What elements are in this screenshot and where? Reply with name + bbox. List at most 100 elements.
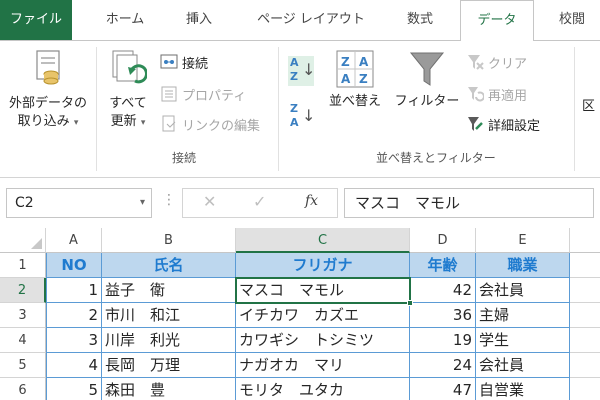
- connections-button[interactable]: 接続: [160, 51, 208, 73]
- enter-icon[interactable]: ✓: [253, 192, 266, 211]
- sort-descending-button[interactable]: Z A ↓: [288, 97, 318, 137]
- advanced-filter-button[interactable]: 詳細設定: [466, 113, 540, 135]
- tab-insert[interactable]: 挿入: [172, 0, 226, 40]
- select-all-button[interactable]: [0, 228, 46, 253]
- header-cell-furigana[interactable]: フリガナ: [236, 253, 410, 278]
- table-cell[interactable]: 市川 和江: [102, 303, 236, 328]
- column-header-c[interactable]: C: [236, 228, 410, 253]
- sort-label: 並べ替え: [328, 94, 381, 109]
- table-cell[interactable]: 5: [46, 378, 102, 400]
- clear-label: クリア: [488, 56, 528, 72]
- table-cell[interactable]: 学生: [476, 328, 570, 353]
- table-cell[interactable]: モリタ ユタカ: [236, 378, 410, 400]
- table-cell[interactable]: イチカワ カズエ: [236, 303, 410, 328]
- tab-page-layout[interactable]: ページ レイアウト: [242, 0, 380, 40]
- column-header-d[interactable]: D: [410, 228, 476, 253]
- header-cell-name[interactable]: 氏名: [102, 253, 236, 278]
- row-header-1[interactable]: 1: [0, 253, 46, 278]
- reapply-button[interactable]: 再適用: [466, 83, 527, 105]
- edit-links-button[interactable]: リンクの編集: [160, 113, 260, 135]
- table-cell[interactable]: 自営業: [476, 378, 570, 400]
- table-cell[interactable]: マスコ マモル: [236, 278, 410, 303]
- row-header-2[interactable]: 2: [0, 278, 46, 303]
- column-header-e[interactable]: E: [476, 228, 570, 253]
- svg-text:A: A: [341, 72, 351, 86]
- tab-review[interactable]: 校閲: [546, 0, 598, 40]
- connection-icon: [160, 53, 178, 71]
- table-cell[interactable]: 森田 豊: [102, 378, 236, 400]
- properties-label: プロパティ: [182, 88, 247, 104]
- ribbon-tab-bar: ファイル ホーム 挿入 ページ レイアウト 数式 データ 校閲: [0, 0, 600, 41]
- row-header-6[interactable]: 6: [0, 378, 46, 400]
- table-cell[interactable]: カワギシ トシミツ: [236, 328, 410, 353]
- formula-input[interactable]: マスコ マモル: [344, 188, 594, 218]
- table-cell[interactable]: 24: [410, 353, 476, 378]
- table-cell[interactable]: 会社員: [476, 353, 570, 378]
- refresh-all-button[interactable]: すべて 更新 ▾: [100, 47, 156, 132]
- row-header-4[interactable]: 4: [0, 328, 46, 353]
- row-header-3[interactable]: 3: [0, 303, 46, 328]
- svg-text:A: A: [359, 55, 369, 69]
- connections-group-label: 接続: [172, 151, 197, 165]
- refresh-all-label-2: 更新 ▾: [110, 114, 146, 129]
- table-cell[interactable]: 2: [46, 303, 102, 328]
- cancel-icon[interactable]: ✕: [203, 192, 216, 211]
- table-cell[interactable]: ナガオカ マリ: [236, 353, 410, 378]
- sort-ascending-button[interactable]: A Z ↓: [288, 51, 318, 91]
- table-cell[interactable]: 36: [410, 303, 476, 328]
- table-cell[interactable]: 19: [410, 328, 476, 353]
- cut-off-ribbon-label[interactable]: 区: [582, 95, 595, 114]
- ribbon-separator: [96, 47, 97, 171]
- tab-file[interactable]: ファイル: [0, 0, 72, 40]
- table-cell[interactable]: [570, 353, 600, 378]
- properties-button[interactable]: プロパティ: [160, 83, 246, 105]
- table-cell[interactable]: 長岡 万理: [102, 353, 236, 378]
- ribbon-separator: [278, 47, 279, 171]
- table-cell[interactable]: 4: [46, 353, 102, 378]
- table-cell[interactable]: 1: [46, 278, 102, 303]
- connections-label: 接続: [182, 56, 209, 72]
- worksheet-grid: A B C D E 1 2 3 4 5 6 NO 氏名 フリガナ 年齢 職業 1…: [0, 228, 600, 400]
- table-cell[interactable]: [570, 303, 600, 328]
- sort-az-icon: A Z ↓: [288, 56, 315, 86]
- table-cell[interactable]: [570, 378, 600, 400]
- reapply-icon: [466, 85, 485, 103]
- table-cell[interactable]: [570, 253, 600, 278]
- svg-text:Z: Z: [359, 72, 368, 86]
- reapply-label: 再適用: [488, 88, 528, 104]
- formula-bar: C2 ▾ ⋮ ✕ ✓ fx マスコ マモル: [0, 178, 600, 228]
- table-cell[interactable]: [570, 328, 600, 353]
- dropdown-arrow-icon: ▾: [73, 118, 79, 128]
- refresh-icon: [109, 49, 148, 89]
- chevron-down-icon[interactable]: ▾: [140, 189, 145, 217]
- table-cell[interactable]: 川岸 利光: [102, 328, 236, 353]
- table-cell[interactable]: 会社員: [476, 278, 570, 303]
- table-cell[interactable]: 3: [46, 328, 102, 353]
- header-cell-age[interactable]: 年齢: [410, 253, 476, 278]
- column-header-b[interactable]: B: [102, 228, 236, 253]
- row-header-5[interactable]: 5: [0, 353, 46, 378]
- more-options-icon[interactable]: ⋮: [162, 192, 176, 208]
- table-cell[interactable]: [570, 278, 600, 303]
- table-cell[interactable]: 47: [410, 378, 476, 400]
- edit-links-label: リンクの編集: [182, 118, 261, 134]
- tab-home[interactable]: ホーム: [92, 0, 158, 40]
- external-data-label-1: 外部データの: [8, 96, 87, 111]
- tab-data[interactable]: データ: [460, 0, 534, 41]
- filter-button[interactable]: フィルター: [394, 49, 460, 111]
- dropdown-arrow-icon: ▾: [140, 118, 146, 128]
- get-external-data-button[interactable]: 外部データの 取り込み ▾: [4, 47, 92, 132]
- clear-filter-button[interactable]: クリア: [466, 51, 527, 73]
- sort-button[interactable]: Z A A Z 並べ替え: [322, 49, 388, 111]
- table-cell[interactable]: 主婦: [476, 303, 570, 328]
- column-header-f[interactable]: [570, 228, 600, 253]
- table-cell[interactable]: 益子 衛: [102, 278, 236, 303]
- filter-label: フィルター: [394, 94, 460, 109]
- column-header-a[interactable]: A: [46, 228, 102, 253]
- header-cell-no[interactable]: NO: [46, 253, 102, 278]
- name-box[interactable]: C2 ▾: [6, 188, 152, 218]
- insert-function-icon[interactable]: fx: [305, 193, 318, 209]
- header-cell-occupation[interactable]: 職業: [476, 253, 570, 278]
- tab-formulas[interactable]: 数式: [392, 0, 448, 40]
- table-cell[interactable]: 42: [410, 278, 476, 303]
